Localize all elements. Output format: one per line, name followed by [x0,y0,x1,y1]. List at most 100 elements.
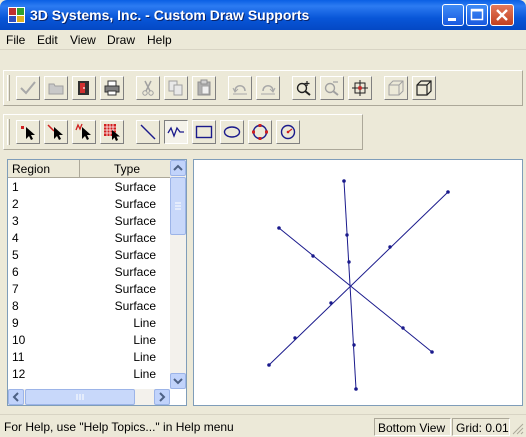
select-line-button[interactable] [44,120,68,144]
column-header-type[interactable]: Type [80,160,170,178]
line-vertex [352,343,356,347]
scroll-thumb-horizontal[interactable] [25,389,135,405]
circle-center-icon [280,124,296,140]
menu-edit[interactable]: Edit [37,33,58,47]
redo-button[interactable] [256,76,280,100]
open-button[interactable] [44,76,68,100]
toolbar-grip[interactable] [7,119,10,145]
line-endpoint [430,350,434,354]
scroll-down-button[interactable] [170,373,186,389]
type-cell: Line [133,316,156,330]
minimize-button[interactable] [442,4,464,26]
close-button[interactable] [490,4,514,26]
fit-view-button[interactable] [348,76,372,100]
region-list[interactable]: Region Type 1 Surface 2 Surface 3 Surface 4… [7,159,187,406]
undo-button[interactable] [228,76,252,100]
select-region-button[interactable] [100,120,124,144]
list-row[interactable]: 3 Surface [8,213,170,230]
select-point-button[interactable] [16,120,40,144]
cut-button[interactable] [136,76,160,100]
view-iso-button[interactable] [412,76,436,100]
list-header: Region Type [8,160,170,178]
resize-grip-icon[interactable] [512,423,524,435]
scroll-right-button[interactable] [154,389,170,405]
region-cell: 9 [12,316,19,330]
type-cell: Line [133,367,156,381]
zoom-in-button[interactable] [292,76,316,100]
type-cell: Line [133,333,156,347]
maximize-button[interactable] [466,4,488,26]
main-toolbar [3,70,523,106]
support-drawing[interactable] [194,160,522,405]
draw-ellipse-button[interactable] [220,120,244,144]
line-endpoint [267,363,271,367]
draw-circle-center-button[interactable] [276,120,300,144]
menu-file[interactable]: File [6,33,25,47]
list-row[interactable]: 11 Line [8,349,170,366]
folder-icon [48,83,64,95]
status-view-panel: Bottom View [374,418,451,436]
type-cell: Surface [114,265,156,279]
list-row[interactable]: 6 Surface [8,264,170,281]
main-window: 3D Systems, Inc. - Custom Draw Supports … [0,0,526,437]
cube-icon [416,80,432,96]
accept-button[interactable] [16,76,40,100]
line-endpoint [354,387,358,391]
status-bar: For Help, use "Help Topics..." in Help m… [0,414,526,437]
line-icon [140,124,156,140]
print-button[interactable] [100,76,124,100]
region-cell: 2 [12,197,19,211]
list-row[interactable]: 1 Surface [8,179,170,196]
zoom-out-button[interactable] [320,76,344,100]
scroll-up-button[interactable] [170,160,186,176]
title-bar[interactable]: 3D Systems, Inc. - Custom Draw Supports [0,0,526,30]
list-row[interactable]: 4 Surface [8,230,170,247]
toolbar-grip[interactable] [7,75,10,101]
view-side-button[interactable] [384,76,408,100]
draw-line-button[interactable] [136,120,160,144]
line-vertex [293,336,297,340]
region-cell: 4 [12,231,19,245]
list-row[interactable]: 9 Line [8,315,170,332]
scroll-thumb[interactable] [170,177,186,235]
region-cell: 5 [12,248,19,262]
maximize-icon [470,8,484,21]
list-row[interactable]: 2 Surface [8,196,170,213]
draw-rectangle-button[interactable] [192,120,216,144]
select-polyline-button[interactable] [72,120,96,144]
scroll-left-button[interactable] [8,389,24,405]
region-cell: 1 [12,180,19,194]
list-row[interactable]: 5 Surface [8,247,170,264]
chevron-left-icon [12,392,19,402]
select-point-icon [21,126,35,140]
line-vertex [401,326,405,330]
horizontal-scrollbar[interactable] [8,389,170,405]
drawing-canvas[interactable] [193,159,523,406]
line-vertex [311,254,315,258]
list-row[interactable]: 7 Surface [8,281,170,298]
paste-button[interactable] [192,76,216,100]
type-cell: Surface [114,197,156,211]
zoom-out-icon [324,81,339,96]
chevron-down-icon [173,378,183,385]
line-endpoint [277,226,281,230]
vertical-scrollbar[interactable] [170,160,186,389]
menu-help[interactable]: Help [147,33,172,47]
region-cell: 8 [12,299,19,313]
select-region-icon [104,124,120,141]
status-grid-panel: Grid: 0.01 [452,418,510,436]
list-row[interactable]: 8 Surface [8,298,170,315]
list-row[interactable]: 10 Line [8,332,170,349]
rectangle-icon [195,125,213,139]
draw-circle-button[interactable] [248,120,272,144]
draw-polyline-button[interactable] [164,120,188,144]
window-title: 3D Systems, Inc. - Custom Draw Supports [30,7,310,23]
menu-view[interactable]: View [70,33,96,47]
list-row[interactable]: 12 Line [8,366,170,383]
exit-button[interactable] [72,76,96,100]
column-header-region[interactable]: Region [8,160,80,178]
menu-bar: File Edit View Draw Help [0,30,526,50]
line-vertex [329,301,333,305]
menu-draw[interactable]: Draw [107,33,135,47]
copy-button[interactable] [164,76,188,100]
